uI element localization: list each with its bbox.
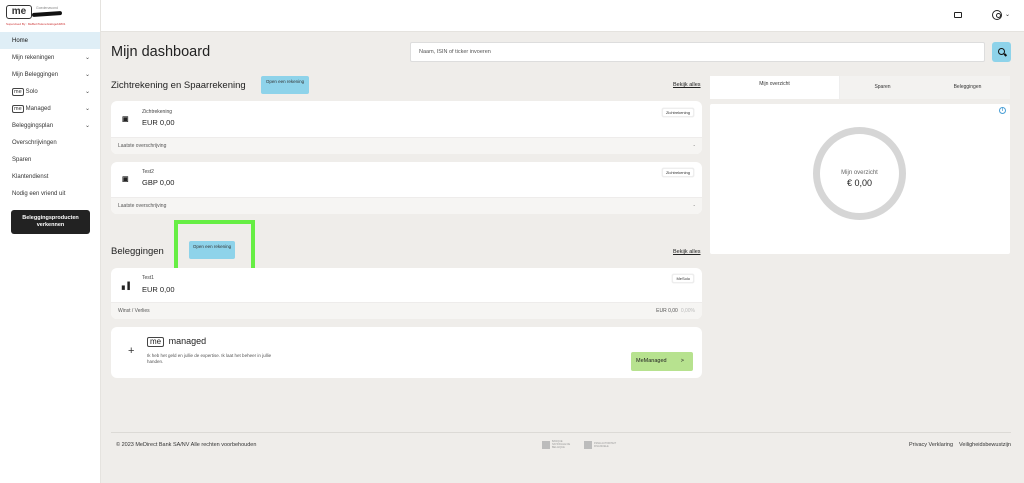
- sidebar-item-home[interactable]: Home: [0, 32, 100, 49]
- accounts-see-all-link[interactable]: Bekijk alles: [673, 82, 701, 88]
- chevron-down-icon: ⌄: [84, 106, 90, 112]
- sidebar-item-label: Sparen: [12, 156, 32, 163]
- sidebar: me Goedenavond Supervised By : MeBeCTele…: [0, 0, 101, 483]
- sidebar-item-label: Nodig een vriend uit: [12, 190, 66, 197]
- search-input[interactable]: Naam, ISIN of ticker invoeren: [410, 42, 985, 62]
- supervisor-line: Supervised By : MeBeCTeleneGiaGgeb4831: [6, 22, 66, 26]
- regulator-logos: BANQUE NATIONALE DE BELGIQUE FSMA AUTORI…: [542, 440, 618, 449]
- tab-sparen[interactable]: Sparen: [840, 76, 925, 99]
- tab-beleggingen[interactable]: Beleggingen: [925, 76, 1010, 99]
- sidebar-item-label: Klantendienst: [12, 173, 49, 180]
- investments-see-all-link[interactable]: Bekijk alles: [673, 249, 701, 255]
- footer-value: -: [693, 203, 695, 209]
- investments-section-title: Beleggingen: [111, 246, 164, 257]
- footer-label: Winst / Verlies: [118, 308, 150, 314]
- chevron-right-icon: >: [680, 358, 684, 364]
- account-name: Test2: [142, 169, 154, 175]
- me-logo-icon: me: [12, 87, 24, 96]
- chevron-down-icon: ⌄: [84, 123, 90, 129]
- sidebar-item-label: me Solo: [12, 87, 38, 96]
- account-name: Zichtrekening: [142, 109, 173, 115]
- chevron-down-icon[interactable]: ⌄: [1005, 11, 1010, 18]
- sidebar-item-sparen[interactable]: Sparen: [0, 151, 100, 168]
- account-card[interactable]: ▣ Test2 GBP 0,00 Zichtrekening Laatste o…: [111, 162, 702, 214]
- tab-mijn-overzicht[interactable]: Mijn overzicht: [710, 76, 840, 99]
- sidebar-item-label: Overschrijvingen: [12, 139, 57, 146]
- sidebar-item-solo[interactable]: me Solo ⌄: [0, 83, 100, 100]
- overview-donut: Mijn overzicht € 0,00: [813, 127, 906, 220]
- nbb-logo: BANQUE NATIONALE DE BELGIQUE: [542, 440, 576, 449]
- sidebar-item-label: me Managed: [12, 104, 51, 113]
- card-footer: Laatste overschrijving -: [111, 137, 702, 154]
- managed-description: Ik heb het geld en jullie de expertise. …: [147, 353, 272, 364]
- footer-links: Privacy Verklaring Veiligheidsbewustzijn: [909, 442, 1011, 448]
- overview-tabs: Mijn overzicht Sparen Beleggingen: [710, 76, 1010, 99]
- footer-divider: [111, 432, 1011, 433]
- footer-value: -: [693, 143, 695, 149]
- managed-card[interactable]: + me managed Ik heb het geld en jullie d…: [111, 327, 702, 378]
- investment-card[interactable]: ▖▌ Test1 EUR 0,00 MeSolo Winst / Verlies…: [111, 268, 702, 319]
- investment-type-tag: MeSolo: [672, 274, 694, 283]
- sidebar-item-overschrijvingen[interactable]: Overschrijvingen: [0, 134, 100, 151]
- redacted-name: [31, 10, 63, 18]
- footer-label: Laatste overschrijving: [118, 143, 167, 149]
- accounts-section-title: Zichtrekening en Spaarrekening: [111, 80, 246, 91]
- sidebar-item-mijn-rekeningen[interactable]: Mijn rekeningen ⌄: [0, 49, 100, 66]
- chevron-down-icon: ⌄: [84, 72, 90, 78]
- account-balance: GBP 0,00: [142, 178, 175, 187]
- wallet-icon: ▣: [122, 176, 129, 183]
- privacy-link[interactable]: Privacy Verklaring: [909, 442, 953, 448]
- brand-logo[interactable]: me: [6, 5, 32, 19]
- investment-name: Test1: [142, 275, 154, 281]
- open-account-button[interactable]: Open een rekening: [261, 76, 309, 94]
- info-icon[interactable]: i: [999, 107, 1006, 114]
- brand: me Goedenavond Supervised By : MeBeCTele…: [0, 0, 100, 32]
- account-type-tag: Zichtrekening: [661, 108, 694, 117]
- sidebar-item-nodig-vriend[interactable]: Nodig een vriend uit: [0, 185, 100, 202]
- gain-percentage: 0,00%: [680, 308, 695, 314]
- investment-balance: EUR 0,00: [142, 285, 175, 294]
- sidebar-item-label: Home: [12, 37, 29, 44]
- fsma-logo: FSMA AUTORITEIT FINANCIELE: [584, 440, 618, 449]
- sidebar-item-mijn-beleggingen[interactable]: Mijn Beleggingen ⌄: [0, 66, 100, 83]
- sidebar-nav: Home Mijn rekeningen ⌄ Mijn Beleggingen ⌄ …: [0, 32, 100, 202]
- mail-icon[interactable]: [954, 12, 962, 18]
- security-awareness-link[interactable]: Veiligheidsbewustzijn: [959, 442, 1011, 448]
- footer-label: Laatste overschrijving: [118, 203, 167, 209]
- account-card[interactable]: ▣ Zichtrekening EUR 0,00 Zichtrekening L…: [111, 101, 702, 154]
- search-button[interactable]: [992, 42, 1011, 62]
- page-title: Mijn dashboard: [111, 44, 211, 60]
- managed-logo: me managed: [147, 336, 206, 347]
- card-footer: Winst / Verlies EUR 0,00 0,00%: [111, 302, 702, 319]
- copyright: © 2023 MeDirect Bank SA/NV Alle rechten …: [116, 442, 257, 448]
- memanaged-button[interactable]: MeManaged >: [631, 352, 693, 371]
- top-bar: ⌄: [101, 0, 1024, 32]
- explore-products-button[interactable]: Beleggingsproducten verkennen: [11, 210, 90, 234]
- plus-icon[interactable]: +: [128, 345, 134, 357]
- account-balance: EUR 0,00: [142, 118, 175, 127]
- sidebar-item-beleggingsplan[interactable]: Beleggingsplan ⌄: [0, 117, 100, 134]
- sidebar-item-managed[interactable]: me Managed ⌄: [0, 100, 100, 117]
- greeting: Goedenavond: [36, 6, 58, 10]
- sidebar-item-label: Mijn rekeningen: [12, 54, 55, 61]
- sidebar-item-label: Beleggingsplan: [12, 122, 54, 129]
- overview-label: Mijn overzicht: [841, 170, 878, 176]
- bar-chart-icon: ▖▌: [122, 283, 133, 290]
- user-icon[interactable]: [992, 10, 1002, 20]
- me-logo-icon: me: [147, 337, 165, 347]
- card-footer: Laatste overschrijving -: [111, 197, 702, 214]
- overview-total: € 0,00: [846, 178, 873, 188]
- chevron-down-icon: ⌄: [84, 55, 90, 61]
- footer-value: EUR 0,00 0,00%: [656, 308, 695, 314]
- me-logo-icon: me: [12, 104, 24, 113]
- sidebar-item-klantendienst[interactable]: Klantendienst: [0, 168, 100, 185]
- wallet-icon: ▣: [122, 116, 129, 123]
- account-type-tag: Zichtrekening: [661, 168, 694, 177]
- chevron-down-icon: ⌄: [84, 89, 90, 95]
- sidebar-item-label: Mijn Beleggingen: [12, 71, 59, 78]
- overview-panel: i Mijn overzicht € 0,00: [710, 104, 1010, 254]
